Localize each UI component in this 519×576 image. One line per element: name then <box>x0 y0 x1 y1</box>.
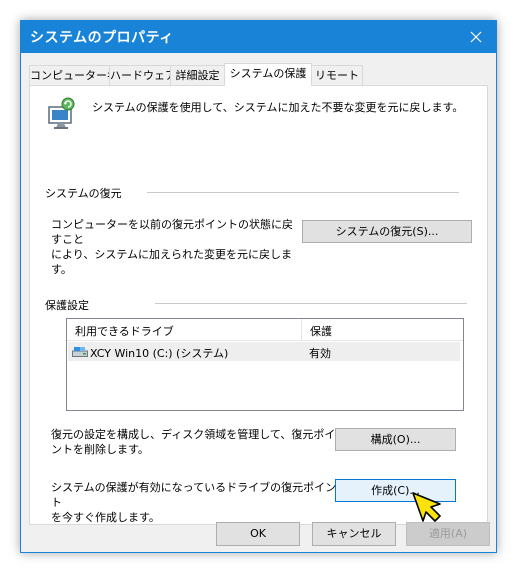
column-header-protection[interactable]: 保護 <box>310 323 332 339</box>
configure-button[interactable]: 構成(O)... <box>335 428 456 451</box>
drive-icon <box>72 347 88 357</box>
close-button[interactable] <box>456 21 496 53</box>
column-header-drive[interactable]: 利用できるドライブ <box>75 323 174 339</box>
tab-remote[interactable]: リモート <box>311 65 363 85</box>
window-title: システムのプロパティ <box>30 30 174 46</box>
restore-separator <box>147 192 459 193</box>
protection-heading: 保護設定 <box>45 299 89 312</box>
drive-name: XCY Win10 (C:) (システム) <box>90 347 229 360</box>
drive-protection-status: 有効 <box>309 347 331 360</box>
intro-text: システムの保護を使用して、システムに加えた不要な変更を元に戻します。 <box>92 101 464 114</box>
system-protection-icon <box>48 97 75 129</box>
apply-button[interactable]: 適用(A) <box>406 522 490 546</box>
restore-description: コンピューターを以前の復元ポイントの状態に戻すこと により、システムに加えられた… <box>51 218 293 276</box>
create-description: システムの保護が有効になっているドライブの復元ポイント を今すぐ作成します。 <box>51 481 337 524</box>
ok-button[interactable]: OK <box>216 522 300 546</box>
close-icon <box>470 31 482 43</box>
system-protection-panel: システムの保護を使用して、システムに加えた不要な変更を元に戻します。 システムの… <box>29 85 488 525</box>
tab-hardware[interactable]: ハードウェア <box>109 65 176 85</box>
drive-list-header: 利用できるドライブ 保護 <box>67 319 463 341</box>
drive-list[interactable]: 利用できるドライブ 保護 XCY Win10 (C:) (システム) 有効 <box>66 318 464 411</box>
title-bar[interactable]: システムのプロパティ <box>21 21 496 53</box>
tab-computer-name[interactable]: コンピューター名 <box>29 65 118 85</box>
system-restore-button[interactable]: システムの復元(S)... <box>302 220 472 243</box>
system-properties-window: システムのプロパティ コンピューター名 ハードウェア 詳細設定 システムの保護 … <box>20 20 497 553</box>
configure-description: 復元の設定を構成し、ディスク領域を管理して、復元ポイ ントを削除します。 <box>51 428 336 456</box>
protection-separator <box>155 303 467 304</box>
tab-system-protection[interactable]: システムの保護 <box>224 63 312 86</box>
column-divider[interactable] <box>301 319 302 340</box>
tab-advanced[interactable]: 詳細設定 <box>170 65 225 85</box>
pointer-cursor-icon <box>412 492 441 522</box>
table-row[interactable]: XCY Win10 (C:) (システム) 有効 <box>68 342 460 361</box>
cancel-button[interactable]: キャンセル <box>312 522 396 546</box>
restore-heading: システムの復元 <box>45 187 122 200</box>
